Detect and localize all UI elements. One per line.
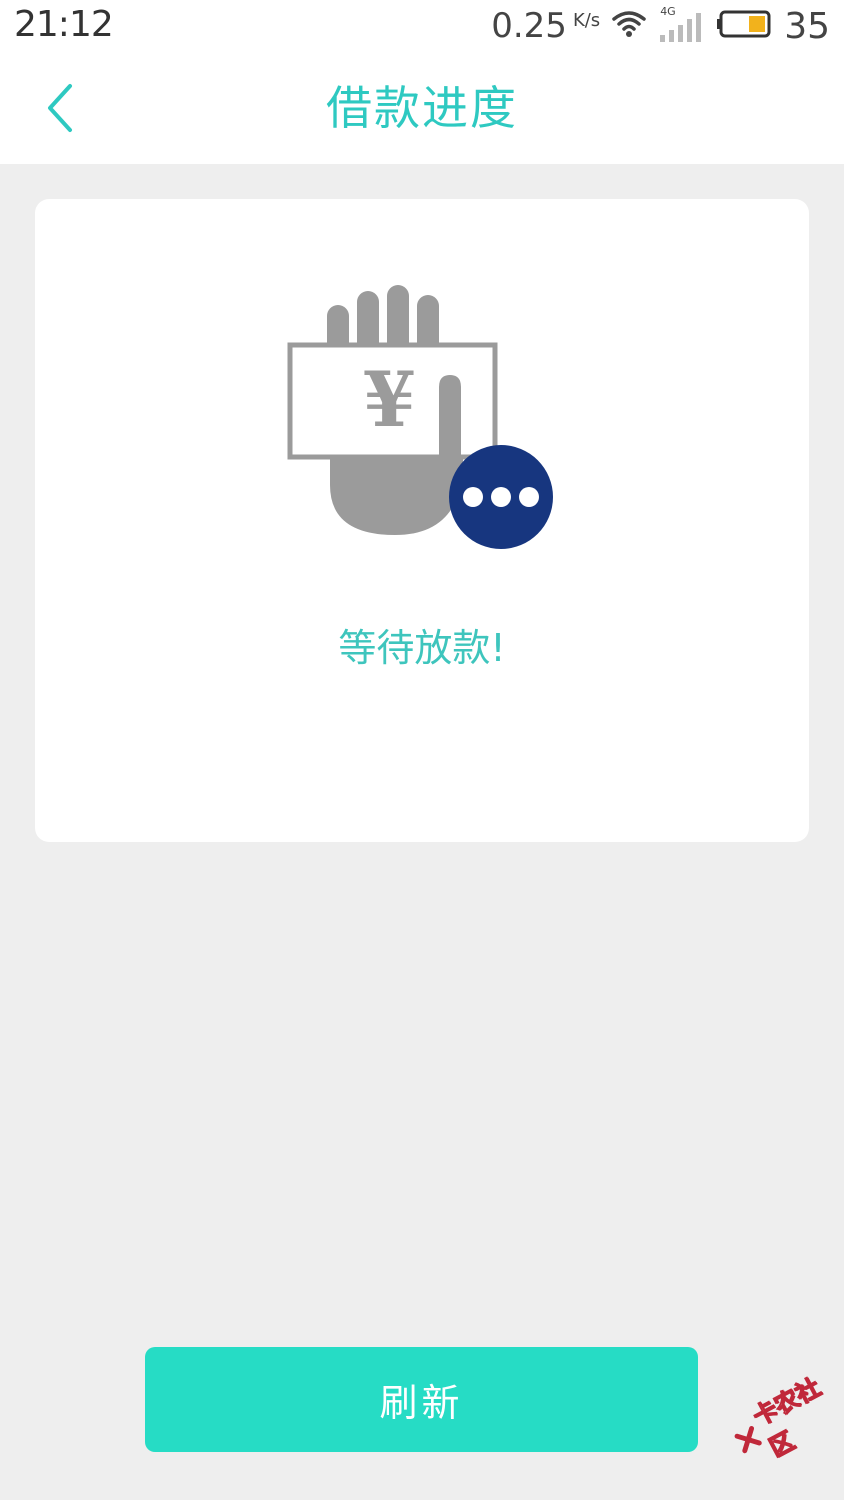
battery-icon (716, 9, 772, 43)
signal-icon: 4G (658, 5, 704, 43)
status-card: ¥ 等待放款! (35, 199, 809, 842)
status-time: 21:12 (14, 4, 114, 45)
hand-money-pending-icon: ¥ (285, 285, 565, 555)
status-bar: 21:12 0.25 K/s 4G 35 (0, 0, 844, 52)
network-speed: 0.25 K/s (491, 6, 600, 46)
currency-symbol: ¥ (363, 355, 416, 444)
refresh-button[interactable]: 刷新 (145, 1347, 698, 1452)
network-speed-unit: K/s (572, 10, 601, 31)
status-icons: 0.25 K/s 4G 35 (491, 4, 830, 48)
app-header: 借款进度 (0, 52, 844, 164)
page-title: 借款进度 (326, 81, 518, 135)
status-message: 等待放款! (338, 626, 506, 670)
network-speed-value: 0.25 (491, 6, 567, 46)
wifi-icon (612, 9, 646, 43)
battery-level: 35 (784, 5, 830, 47)
watermark-logo: 卡农社区 (722, 1364, 844, 1476)
